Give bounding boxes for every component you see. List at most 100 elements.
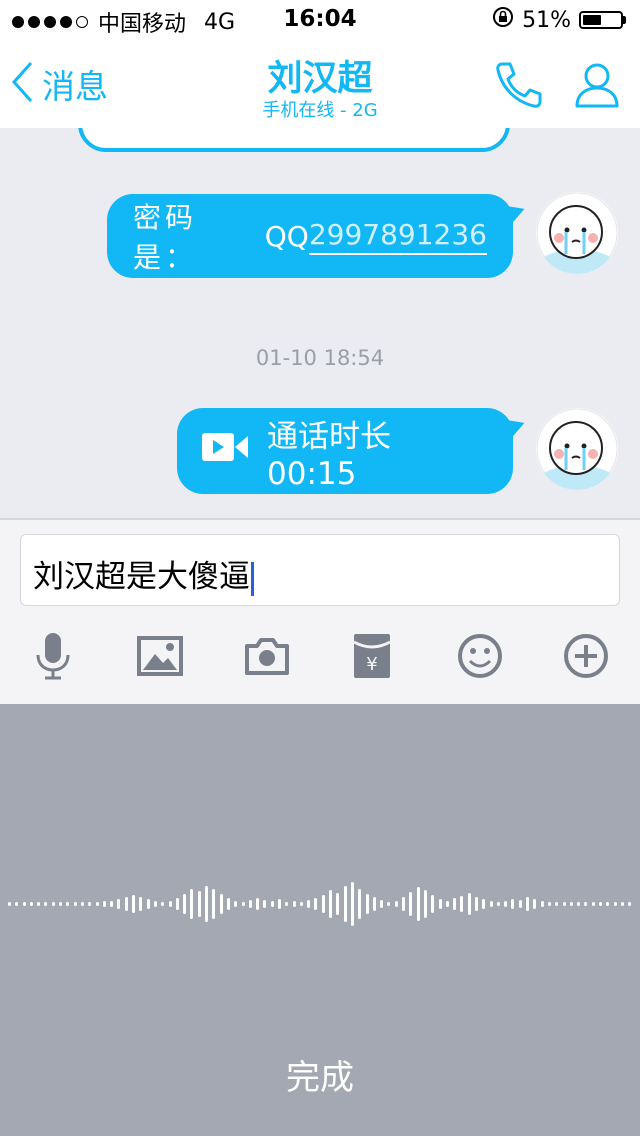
waveform-bar (350, 882, 354, 926)
status-right: 51% (492, 6, 626, 34)
image-button[interactable] (134, 632, 186, 684)
waveform-bar (153, 901, 157, 907)
waveform-bar (175, 898, 179, 910)
waveform-bar (613, 902, 617, 906)
waveform-bar (8, 902, 11, 906)
input-area: 刘汉超是大傻逼 ¥ (0, 518, 640, 706)
waveform-bar (409, 892, 413, 916)
waveform-bar (183, 894, 187, 914)
message-bubble-password[interactable]: 密码是： QQ 2997891236 (107, 194, 528, 278)
waveform-bar (402, 897, 406, 911)
image-icon (137, 636, 183, 680)
waveform-bar (197, 891, 201, 917)
emoji-button[interactable] (454, 632, 506, 684)
emoji-icon (457, 633, 503, 683)
waveform-bar (372, 897, 376, 911)
waveform-bar (569, 902, 573, 906)
contact-status: 手机在线 - 2G (262, 100, 378, 121)
plus-icon (563, 633, 609, 683)
waveform-bar (146, 899, 150, 909)
waveform-bar (577, 902, 581, 906)
avatar[interactable] (536, 408, 618, 490)
waveform-bar (336, 893, 340, 915)
waveform-bar (620, 902, 624, 906)
done-button[interactable]: 完成 (0, 1050, 640, 1099)
waveform-bar (292, 901, 296, 907)
waveform-bar (445, 901, 449, 907)
more-button[interactable] (560, 632, 612, 684)
waveform-bar (234, 901, 238, 907)
input-toolbar: ¥ (0, 628, 640, 688)
waveform-bar (277, 899, 281, 909)
waveform-bar (358, 889, 362, 919)
waveform-bar (205, 886, 209, 922)
waveform-bar (482, 899, 486, 909)
waveform-bar (496, 902, 500, 906)
camera-button[interactable] (241, 632, 293, 684)
waveform-bar (387, 902, 391, 906)
waveform-bar (241, 902, 245, 906)
waveform-bar (526, 897, 530, 911)
voice-button[interactable] (27, 632, 79, 684)
waveform-bar (438, 899, 442, 909)
waveform-bar (80, 902, 84, 906)
waveform-bar (511, 899, 515, 909)
message-input[interactable]: 刘汉超是大傻逼 (20, 534, 620, 606)
waveform-bar (117, 899, 121, 909)
avatar[interactable] (536, 192, 618, 274)
call-duration: 通话时长 00:15 (267, 418, 391, 492)
status-bar: 中国移动 4G 16:04 51% (0, 0, 640, 40)
chat-area[interactable]: 密码是： QQ 2997891236 01-10 18:54 通话时长 00:15 (0, 128, 640, 520)
red-packet-icon: ¥ (352, 632, 392, 684)
waveform-bar (562, 902, 566, 906)
waveform-bar (73, 902, 77, 906)
battery-percent: 51% (522, 7, 571, 33)
voice-input-panel: 完成 (0, 704, 640, 1136)
contact-name: 刘汉超 (267, 59, 373, 99)
waveform-bar (263, 900, 267, 908)
waveform-bar (591, 902, 595, 906)
waveform-bar (555, 902, 559, 906)
waveform-bar (343, 886, 347, 922)
phone-icon (492, 62, 544, 114)
waveform-bar (248, 900, 252, 908)
message-timestamp: 01-10 18:54 (255, 346, 385, 370)
qq-number-link[interactable]: 2997891236 (308, 218, 487, 255)
waveform-bar (453, 898, 457, 910)
profile-icon (572, 63, 622, 114)
waveform-bar (95, 902, 99, 906)
waveform-bar (489, 901, 493, 907)
waveform-bar (44, 902, 48, 906)
waveform-bar (22, 902, 26, 906)
waveform-bar (51, 902, 55, 906)
waveform-bar (219, 894, 223, 914)
waveform-bar (606, 902, 610, 906)
phone-button[interactable] (492, 60, 544, 114)
previous-message-bubble[interactable] (78, 128, 510, 152)
profile-button[interactable] (572, 60, 622, 114)
microphone-icon (33, 631, 73, 685)
video-call-icon (201, 430, 249, 472)
text-caret (251, 561, 254, 596)
rotation-lock-icon (492, 6, 514, 34)
message-input-value: 刘汉超是大傻逼 (33, 559, 250, 595)
waveform-bar (329, 890, 333, 918)
waveform-bar (110, 901, 114, 907)
waveform-bar (161, 902, 165, 906)
message-bubble-call[interactable]: 通话时长 00:15 (177, 408, 528, 494)
red-packet-button[interactable]: ¥ (346, 632, 398, 684)
waveform-bar (139, 897, 143, 911)
password-label: 密码是： (133, 201, 198, 274)
camera-icon (244, 636, 290, 680)
waveform-bar (423, 890, 427, 918)
waveform-bar (168, 901, 172, 907)
battery-icon (579, 11, 626, 29)
voice-waveform (8, 882, 632, 926)
waveform-bar (132, 895, 136, 913)
waveform-bar (460, 896, 464, 912)
waveform-bar (29, 902, 33, 906)
waveform-bar (584, 902, 588, 906)
waveform-bar (299, 902, 303, 906)
waveform-bar (504, 901, 508, 907)
waveform-bar (380, 900, 384, 908)
